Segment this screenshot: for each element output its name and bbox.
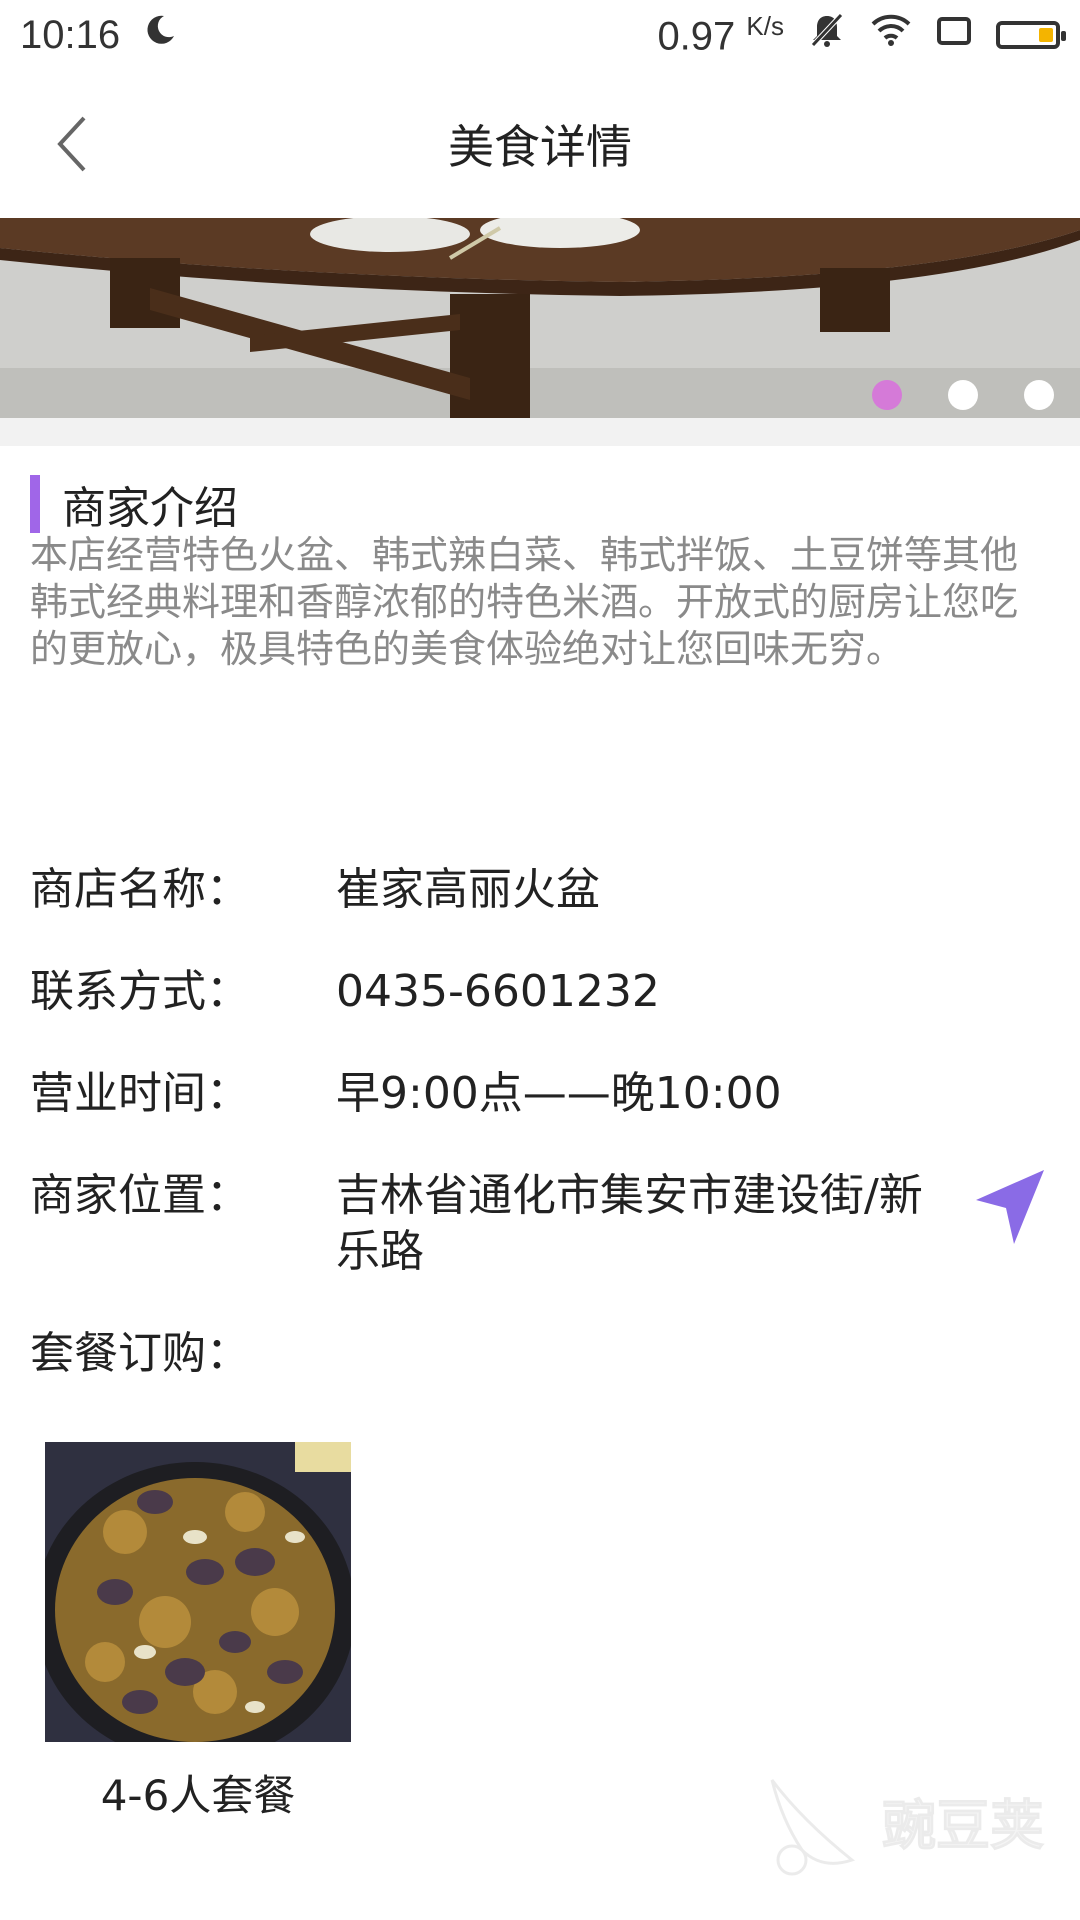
nav-bar: 美食详情 [0,70,1080,219]
chevron-left-icon [57,116,86,172]
status-right: 0.97 K/s [657,11,1066,59]
carousel-dot[interactable] [948,380,978,410]
address-label: 商家位置： [30,1170,250,1221]
network-speed-value: 0.97 [657,14,736,59]
package-photo [45,1442,351,1742]
info-row-address: 商家位置： 吉林省通化市集安市建设街/新乐路 [30,1168,1050,1280]
intro-header: 商家介绍 [30,474,238,534]
package-name: 4-6人套餐 [100,1771,296,1820]
moon-icon [142,12,178,58]
name-label: 商店名称： [30,864,250,915]
info-row-phone: 联系方式： 0435-6601232 [30,964,1050,1020]
page-title: 美食详情 [448,120,632,174]
status-bar: 10:16 0.97 K/s [0,0,1080,70]
phone-value[interactable]: 0435-6601232 [336,964,1050,1020]
wifi-icon [870,12,912,58]
network-speed-unit: K/s [746,10,784,41]
intro-text: 本店经营特色火盆、韩式辣白菜、韩式拌饭、土豆饼等其他韩式经典料理和香醇浓郁的特色… [30,533,1019,671]
screen-rotate-icon [936,12,972,57]
package-card[interactable]: 4-6人套餐 [45,1442,351,1823]
info-row-hours: 营业时间： 早9:00点——晚10:00 [30,1066,1050,1122]
hours-value: 早9:00点——晚10:00 [336,1068,782,1119]
back-button[interactable] [42,106,102,182]
pea-logo-icon [770,1779,856,1876]
watermark: 豌豆荚 [762,1760,1045,1880]
package-label: 套餐订购： [30,1328,250,1379]
section-accent-bar [30,475,40,533]
name-value: 崔家高丽火盆 [336,864,600,915]
carousel-dot[interactable] [1024,380,1054,410]
navigation-arrow-icon [976,1170,1044,1244]
network-speed: 0.97 K/s [657,11,784,59]
bell-muted-icon [808,11,846,59]
info-row-package: 套餐订购： [30,1326,1050,1382]
carousel-dot[interactable] [872,380,902,410]
address-value: 吉林省通化市集安市建设街/新乐路 [336,1170,923,1277]
info-row-name: 商店名称： 崔家高丽火盆 [30,862,1050,918]
intro-title: 商家介绍 [62,483,238,534]
battery-level [1039,27,1053,42]
banner-carousel[interactable] [0,218,1080,418]
section-divider [0,418,1080,446]
carousel-indicators [872,380,1054,410]
hours-label: 营业时间： [30,1068,250,1119]
phone-label: 联系方式： [30,966,250,1017]
battery-icon [996,20,1066,49]
status-time: 10:16 [20,12,121,57]
navigate-button[interactable] [970,1164,1050,1248]
watermark-text: 豌豆荚 [882,1793,1045,1857]
status-left: 10:16 [20,12,178,58]
